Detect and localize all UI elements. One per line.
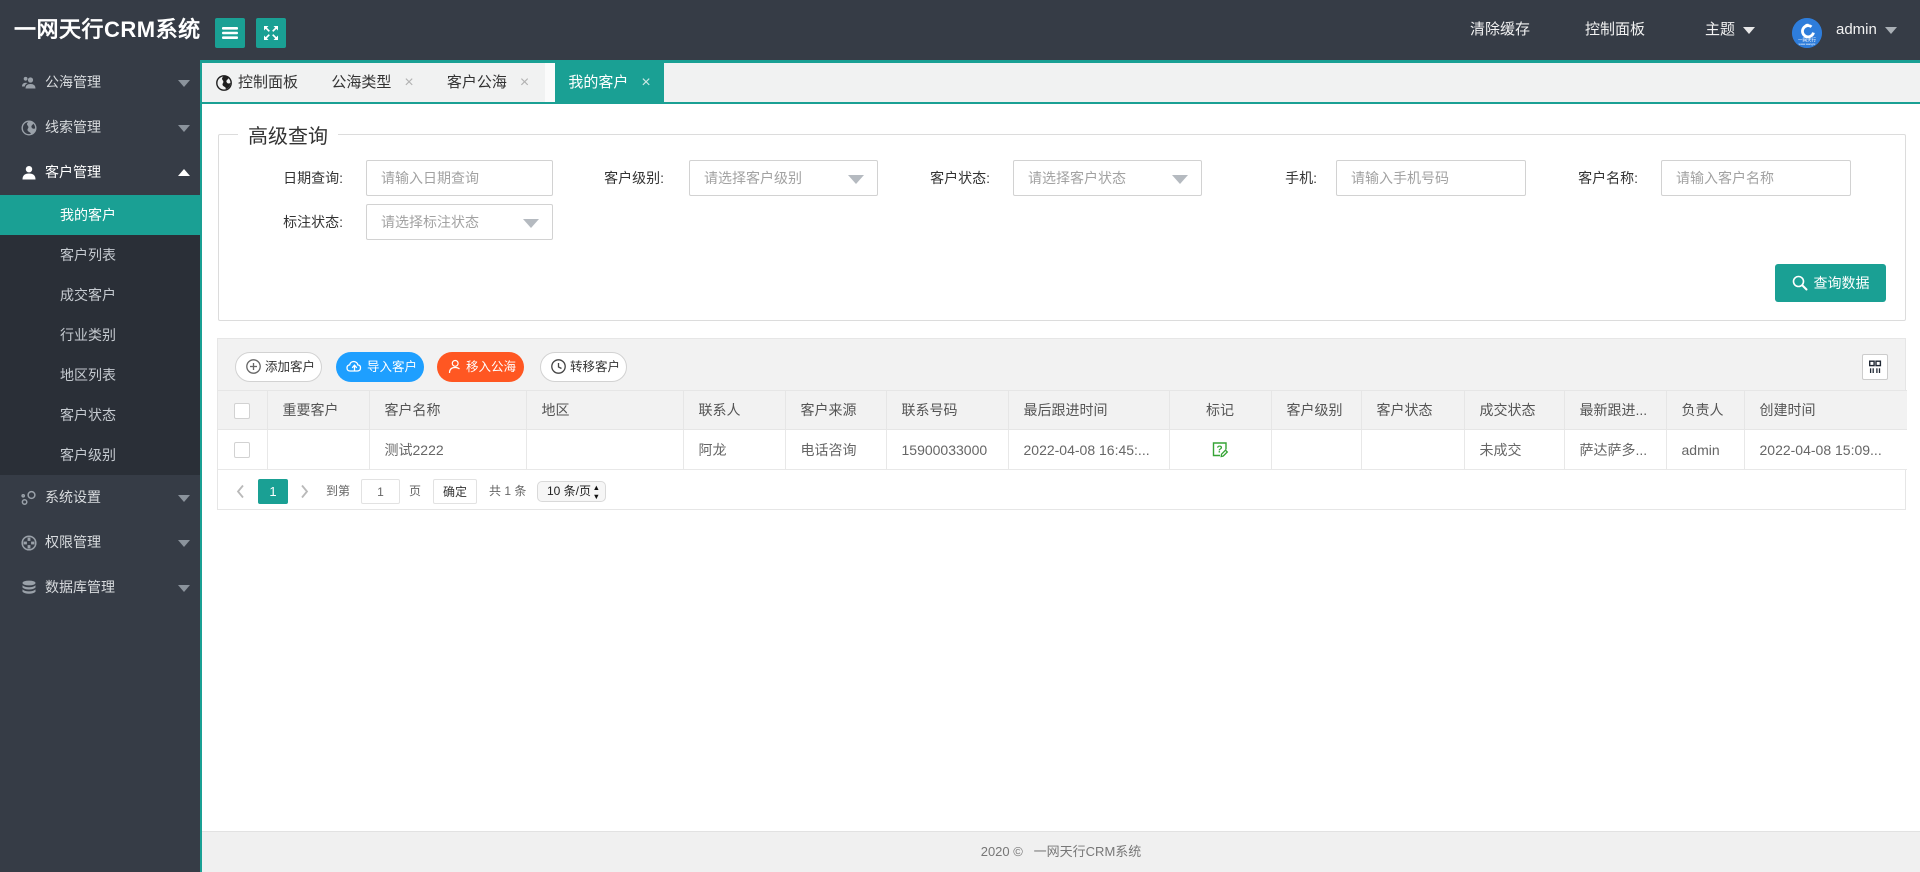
svg-text:www.wangtx: www.wangtx (1799, 42, 1816, 46)
